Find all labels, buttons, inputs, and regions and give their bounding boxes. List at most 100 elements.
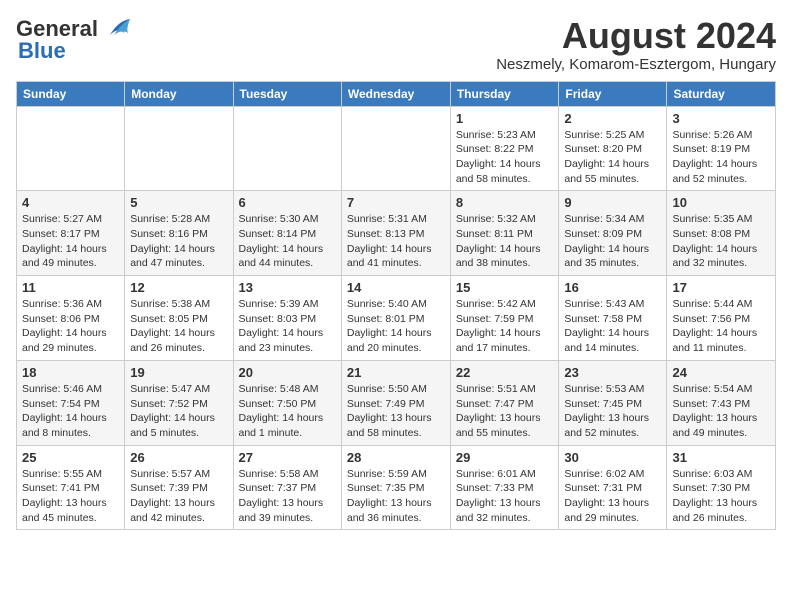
day-info: Sunrise: 5:30 AM Sunset: 8:14 PM Dayligh… [239, 212, 336, 271]
day-info: Sunrise: 5:54 AM Sunset: 7:43 PM Dayligh… [672, 382, 770, 441]
day-info: Sunrise: 5:59 AM Sunset: 7:35 PM Dayligh… [347, 467, 445, 526]
calendar-cell: 11 Sunrise: 5:36 AM Sunset: 8:06 PM Dayli… [17, 276, 125, 361]
day-number: 9 [564, 195, 661, 210]
day-info: Sunrise: 5:34 AM Sunset: 8:09 PM Dayligh… [564, 212, 661, 271]
calendar-cell: 24 Sunrise: 5:54 AM Sunset: 7:43 PM Dayli… [667, 360, 776, 445]
day-info: Sunrise: 5:36 AM Sunset: 8:06 PM Dayligh… [22, 297, 119, 356]
calendar-cell: 29 Sunrise: 6:01 AM Sunset: 7:33 PM Dayli… [450, 445, 559, 530]
day-number: 24 [672, 365, 770, 380]
calendar-week-3: 11 Sunrise: 5:36 AM Sunset: 8:06 PM Dayli… [17, 276, 776, 361]
calendar-cell: 5 Sunrise: 5:28 AM Sunset: 8:16 PM Daylig… [125, 191, 233, 276]
day-info: Sunrise: 5:51 AM Sunset: 7:47 PM Dayligh… [456, 382, 554, 441]
calendar-cell: 7 Sunrise: 5:31 AM Sunset: 8:13 PM Daylig… [341, 191, 450, 276]
day-info: Sunrise: 5:28 AM Sunset: 8:16 PM Dayligh… [130, 212, 227, 271]
day-number: 6 [239, 195, 336, 210]
calendar-cell: 18 Sunrise: 5:46 AM Sunset: 7:54 PM Dayli… [17, 360, 125, 445]
col-header-saturday: Saturday [667, 81, 776, 106]
day-info: Sunrise: 5:57 AM Sunset: 7:39 PM Dayligh… [130, 467, 227, 526]
day-info: Sunrise: 5:35 AM Sunset: 8:08 PM Dayligh… [672, 212, 770, 271]
day-number: 15 [456, 280, 554, 295]
calendar-cell: 23Sunrise: 5:53 AM Sunset: 7:45 PM Dayli… [559, 360, 667, 445]
calendar-week-5: 25Sunrise: 5:55 AM Sunset: 7:41 PM Dayli… [17, 445, 776, 530]
day-number: 16 [564, 280, 661, 295]
day-info: Sunrise: 5:25 AM Sunset: 8:20 PM Dayligh… [564, 128, 661, 187]
calendar-cell: 2 Sunrise: 5:25 AM Sunset: 8:20 PM Daylig… [559, 106, 667, 191]
day-number: 27 [239, 450, 336, 465]
day-number: 10 [672, 195, 770, 210]
calendar-cell: 14 Sunrise: 5:40 AM Sunset: 8:01 PM Dayli… [341, 276, 450, 361]
day-info: Sunrise: 5:31 AM Sunset: 8:13 PM Dayligh… [347, 212, 445, 271]
day-info: Sunrise: 5:27 AM Sunset: 8:17 PM Dayligh… [22, 212, 119, 271]
day-number: 31 [672, 450, 770, 465]
day-number: 18 [22, 365, 119, 380]
calendar-cell: 21 Sunrise: 5:50 AM Sunset: 7:49 PM Dayli… [341, 360, 450, 445]
logo-blue: Blue [18, 38, 66, 64]
calendar-cell: 25Sunrise: 5:55 AM Sunset: 7:41 PM Dayli… [17, 445, 125, 530]
day-number: 12 [130, 280, 227, 295]
day-number: 17 [672, 280, 770, 295]
calendar-week-4: 18 Sunrise: 5:46 AM Sunset: 7:54 PM Dayli… [17, 360, 776, 445]
day-number: 3 [672, 111, 770, 126]
col-header-sunday: Sunday [17, 81, 125, 106]
calendar-cell [233, 106, 341, 191]
day-info: Sunrise: 5:58 AM Sunset: 7:37 PM Dayligh… [239, 467, 336, 526]
subtitle: Neszmely, Komarom-Esztergom, Hungary [496, 56, 776, 73]
day-number: 5 [130, 195, 227, 210]
calendar-cell: 12 Sunrise: 5:38 AM Sunset: 8:05 PM Dayli… [125, 276, 233, 361]
day-info: Sunrise: 5:42 AM Sunset: 7:59 PM Dayligh… [456, 297, 554, 356]
calendar-cell: 9 Sunrise: 5:34 AM Sunset: 8:09 PM Daylig… [559, 191, 667, 276]
logo-bird-icon [100, 17, 132, 39]
calendar-cell: 31 Sunrise: 6:03 AM Sunset: 7:30 PM Dayli… [667, 445, 776, 530]
day-number: 4 [22, 195, 119, 210]
day-number: 14 [347, 280, 445, 295]
calendar-cell: 4 Sunrise: 5:27 AM Sunset: 8:17 PM Daylig… [17, 191, 125, 276]
day-info: Sunrise: 6:02 AM Sunset: 7:31 PM Dayligh… [564, 467, 661, 526]
day-info: Sunrise: 6:01 AM Sunset: 7:33 PM Dayligh… [456, 467, 554, 526]
calendar-cell: 28 Sunrise: 5:59 AM Sunset: 7:35 PM Dayli… [341, 445, 450, 530]
day-number: 25 [22, 450, 119, 465]
day-number: 20 [239, 365, 336, 380]
day-info: Sunrise: 5:38 AM Sunset: 8:05 PM Dayligh… [130, 297, 227, 356]
day-info: Sunrise: 5:53 AM Sunset: 7:45 PM Dayligh… [564, 382, 661, 441]
day-info: Sunrise: 5:26 AM Sunset: 8:19 PM Dayligh… [672, 128, 770, 187]
day-number: 11 [22, 280, 119, 295]
title-area: August 2024 Neszmely, Komarom-Esztergom,… [496, 16, 776, 73]
main-title: August 2024 [496, 16, 776, 56]
day-info: Sunrise: 5:39 AM Sunset: 8:03 PM Dayligh… [239, 297, 336, 356]
day-number: 22 [456, 365, 554, 380]
calendar-week-2: 4 Sunrise: 5:27 AM Sunset: 8:17 PM Daylig… [17, 191, 776, 276]
calendar-header-row: SundayMondayTuesdayWednesdayThursdayFrid… [17, 81, 776, 106]
day-info: Sunrise: 5:23 AM Sunset: 8:22 PM Dayligh… [456, 128, 554, 187]
day-number: 2 [564, 111, 661, 126]
day-info: Sunrise: 5:43 AM Sunset: 7:58 PM Dayligh… [564, 297, 661, 356]
calendar-cell [341, 106, 450, 191]
calendar-cell: 22 Sunrise: 5:51 AM Sunset: 7:47 PM Dayli… [450, 360, 559, 445]
calendar-cell: 20 Sunrise: 5:48 AM Sunset: 7:50 PM Dayli… [233, 360, 341, 445]
calendar-week-1: 1 Sunrise: 5:23 AM Sunset: 8:22 PM Daylig… [17, 106, 776, 191]
col-header-friday: Friday [559, 81, 667, 106]
day-info: Sunrise: 5:48 AM Sunset: 7:50 PM Dayligh… [239, 382, 336, 441]
day-info: Sunrise: 5:46 AM Sunset: 7:54 PM Dayligh… [22, 382, 119, 441]
day-info: Sunrise: 5:44 AM Sunset: 7:56 PM Dayligh… [672, 297, 770, 356]
day-number: 21 [347, 365, 445, 380]
calendar-cell: 1 Sunrise: 5:23 AM Sunset: 8:22 PM Daylig… [450, 106, 559, 191]
col-header-thursday: Thursday [450, 81, 559, 106]
day-number: 28 [347, 450, 445, 465]
calendar-cell: 15 Sunrise: 5:42 AM Sunset: 7:59 PM Dayli… [450, 276, 559, 361]
calendar-cell [17, 106, 125, 191]
logo: General Blue [16, 16, 132, 64]
calendar-cell: 16 Sunrise: 5:43 AM Sunset: 7:58 PM Dayli… [559, 276, 667, 361]
day-info: Sunrise: 5:50 AM Sunset: 7:49 PM Dayligh… [347, 382, 445, 441]
day-info: Sunrise: 6:03 AM Sunset: 7:30 PM Dayligh… [672, 467, 770, 526]
day-number: 29 [456, 450, 554, 465]
col-header-wednesday: Wednesday [341, 81, 450, 106]
day-info: Sunrise: 5:40 AM Sunset: 8:01 PM Dayligh… [347, 297, 445, 356]
day-number: 7 [347, 195, 445, 210]
day-number: 8 [456, 195, 554, 210]
calendar-cell: 27 Sunrise: 5:58 AM Sunset: 7:37 PM Dayli… [233, 445, 341, 530]
calendar-cell: 17 Sunrise: 5:44 AM Sunset: 7:56 PM Dayli… [667, 276, 776, 361]
day-number: 1 [456, 111, 554, 126]
page-header: General Blue August 2024 Neszmely, Komar… [16, 16, 776, 73]
day-number: 26 [130, 450, 227, 465]
day-number: 19 [130, 365, 227, 380]
